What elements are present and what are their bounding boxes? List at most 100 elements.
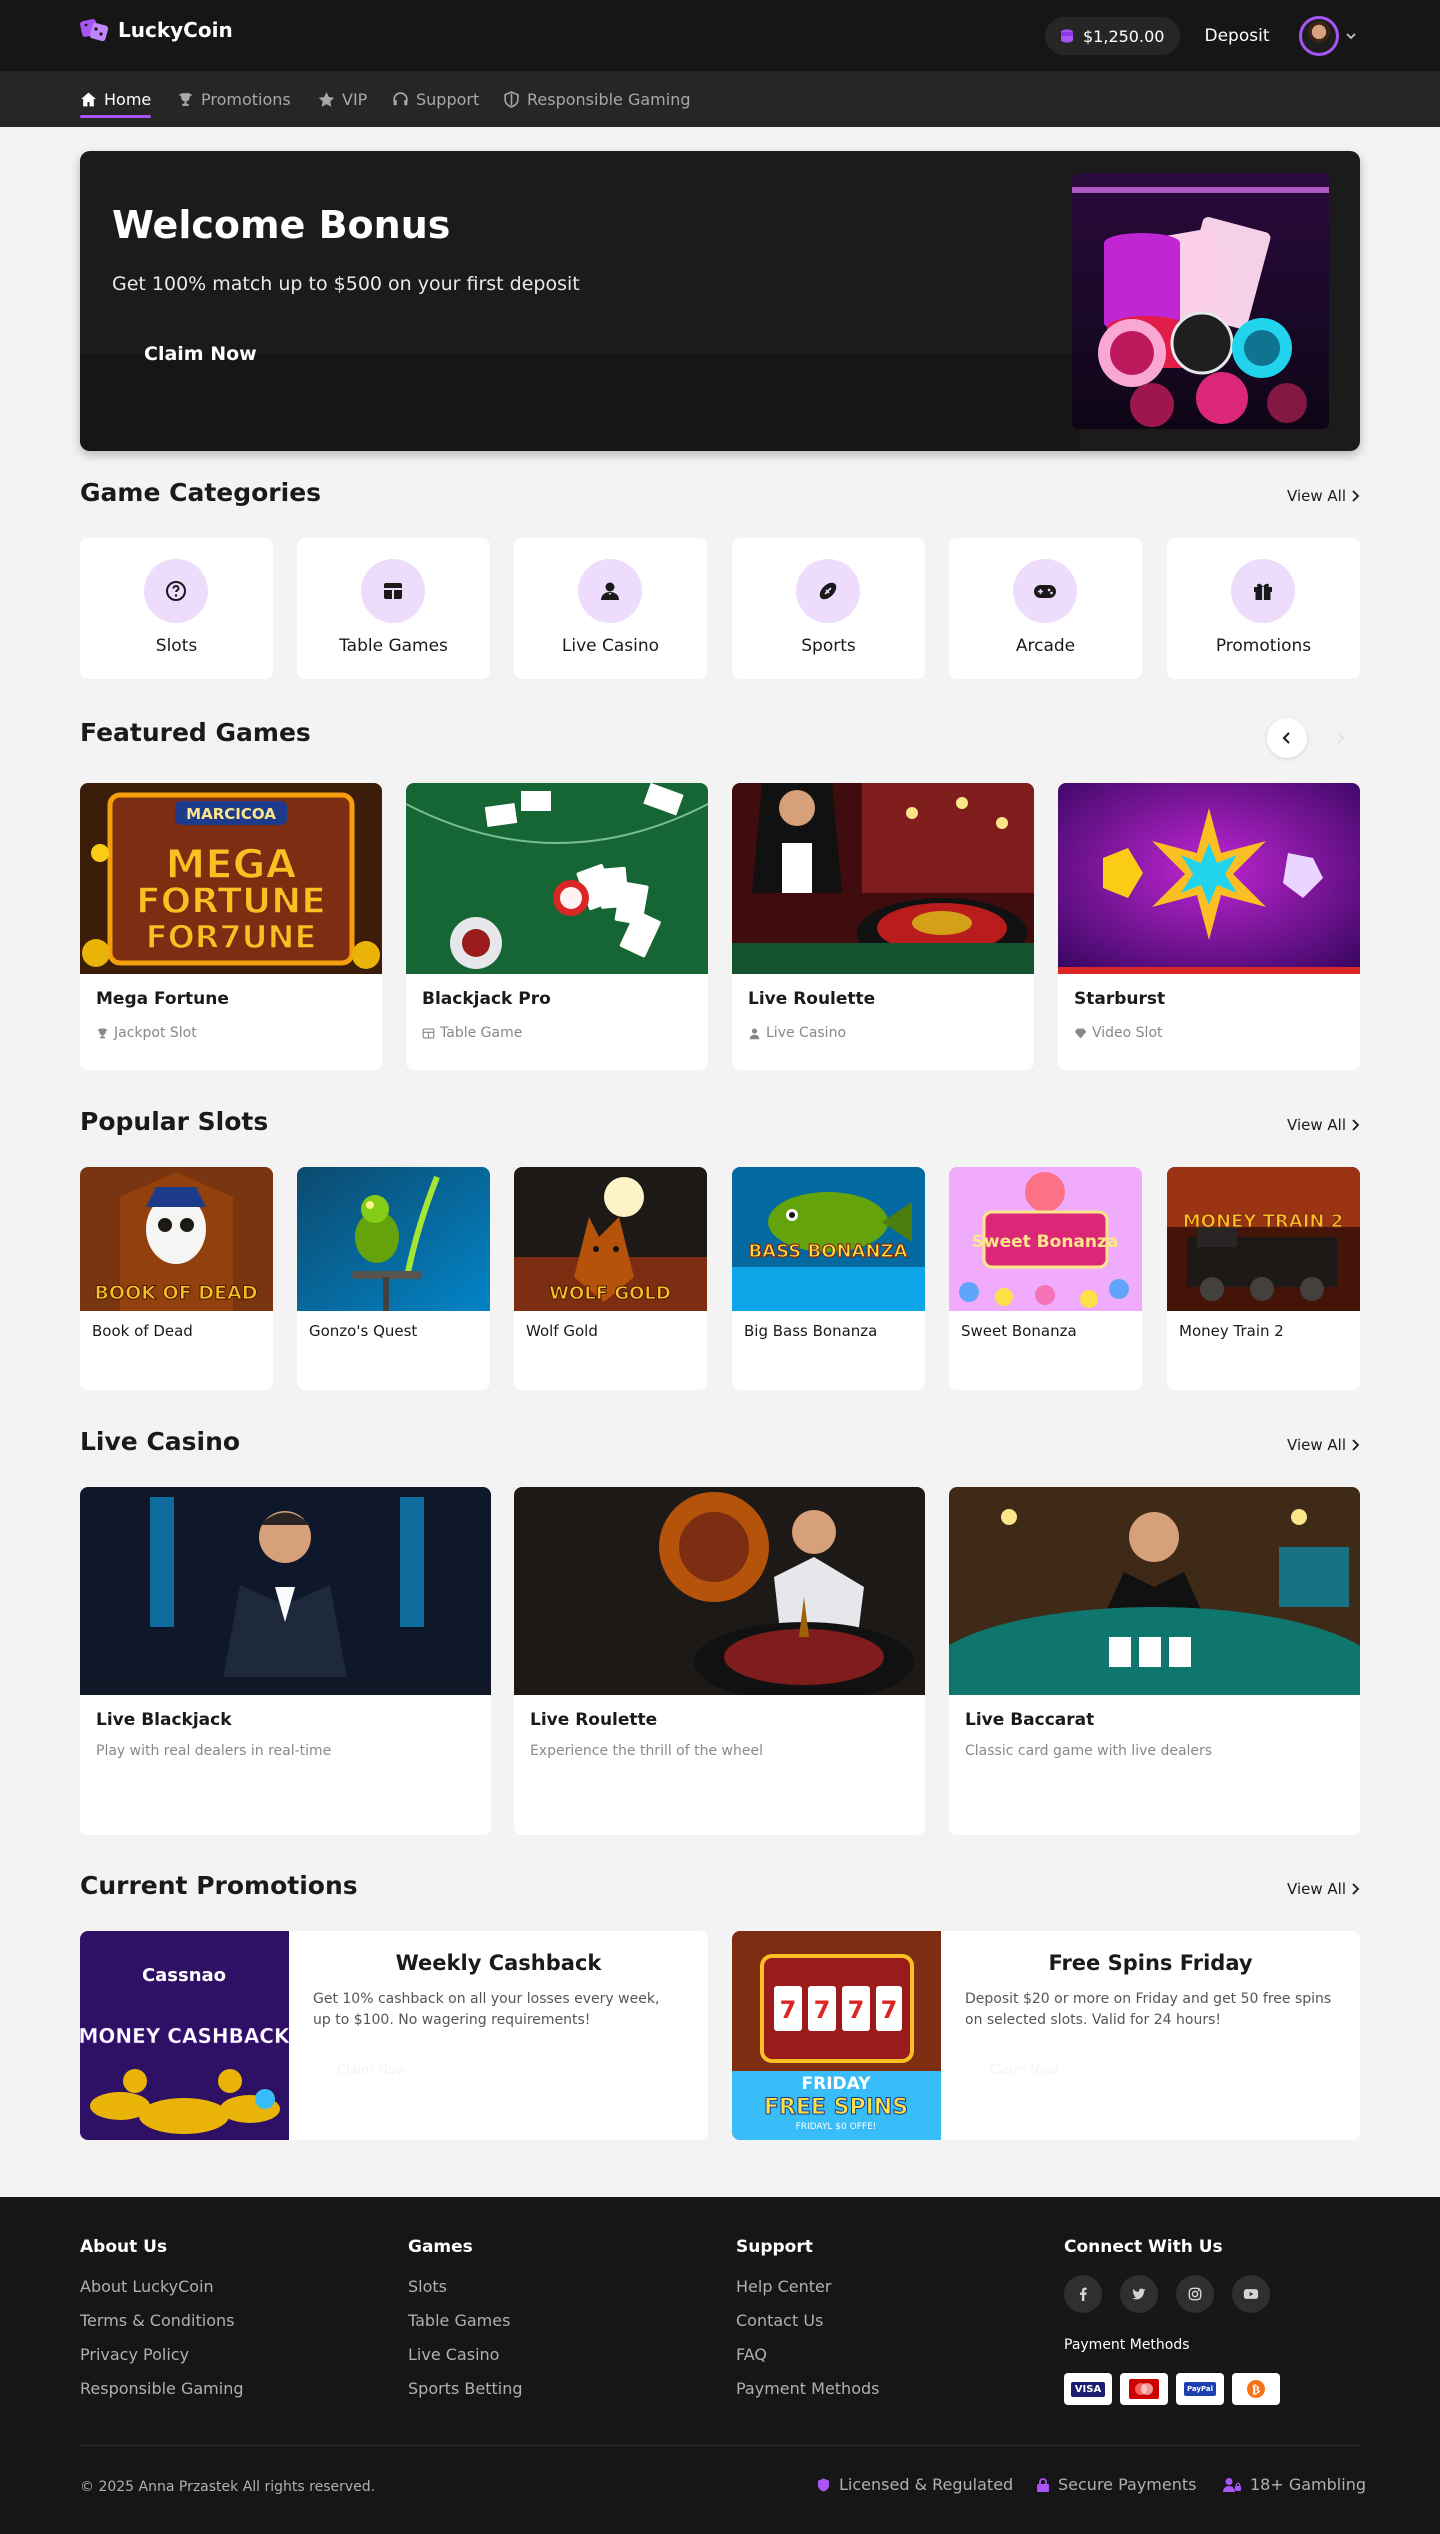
game-meta: Table Game bbox=[422, 1025, 522, 1041]
slot-title: Money Train 2 bbox=[1179, 1322, 1284, 1340]
nav-support[interactable]: Support bbox=[392, 84, 479, 114]
footer-heading: About Us bbox=[80, 2237, 168, 2257]
game-title: Live Roulette bbox=[748, 989, 876, 1009]
instagram-icon[interactable] bbox=[1176, 2275, 1214, 2313]
slot-card-money-train-2[interactable]: MONEY TRAIN 2 Money Train 2 bbox=[1167, 1167, 1360, 1390]
game-title: Starburst bbox=[1074, 989, 1166, 1009]
nav-responsible-gaming[interactable]: Responsible Gaming bbox=[503, 84, 691, 114]
slot-card-wolf-gold[interactable]: WOLF GOLD Wolf Gold bbox=[514, 1167, 707, 1390]
slot-card-big-bass-bonanza[interactable]: BASS BONANZA Big Bass Bonanza bbox=[732, 1167, 925, 1390]
slot-card-sweet-bonanza[interactable]: Sweet Bonanza Sweet Bonanza bbox=[949, 1167, 1142, 1390]
footer-link-faq[interactable]: FAQ bbox=[736, 2345, 879, 2365]
nav-label: Home bbox=[104, 89, 152, 109]
chevron-right-icon bbox=[1337, 732, 1345, 744]
deposit-button[interactable]: Deposit bbox=[1192, 17, 1282, 55]
view-all-promotions[interactable]: View All bbox=[1287, 1880, 1360, 1898]
claim-now-button[interactable]: Claim Now bbox=[112, 331, 289, 377]
promo-description: Get 10% cashback on all your losses ever… bbox=[313, 1991, 660, 2028]
banner-subtitle: Get 100% match up to $500 on your first … bbox=[112, 273, 580, 295]
book-of-dead-image: BOOK OF DEAD bbox=[80, 1167, 273, 1311]
promo-card-free-spins-friday[interactable]: 7777 FRIDAY FREE SPINS FRIDAYL $0 OFFE! … bbox=[732, 1931, 1360, 2140]
live-game-description: Classic card game with live dealers bbox=[965, 1743, 1213, 1759]
youtube-icon[interactable] bbox=[1232, 2275, 1270, 2313]
category-label: Arcade bbox=[1015, 636, 1076, 656]
slot-card-gonzos-quest[interactable]: Gonzo's Quest bbox=[297, 1167, 490, 1390]
game-card-live-roulette[interactable]: Live Roulette Live Casino bbox=[732, 783, 1034, 1070]
view-all-live-casino[interactable]: View All bbox=[1287, 1436, 1360, 1454]
promo-title: Weekly Cashback bbox=[395, 1951, 602, 1975]
view-all-label: View All bbox=[1287, 1880, 1346, 1898]
age-restriction-badge: 18+ Gambling bbox=[1222, 2475, 1366, 2494]
game-title: Blackjack Pro bbox=[422, 989, 551, 1009]
footer-link-privacy[interactable]: Privacy Policy bbox=[80, 2345, 244, 2365]
avatar[interactable] bbox=[1299, 16, 1339, 56]
footer-link-live-casino[interactable]: Live Casino bbox=[408, 2345, 522, 2365]
carousel-next-button[interactable] bbox=[1320, 718, 1360, 758]
live-game-title: Live Blackjack bbox=[96, 1710, 232, 1730]
footer-link-table-games[interactable]: Table Games bbox=[408, 2311, 522, 2331]
live-card-baccarat[interactable]: Live Baccarat Classic card game with liv… bbox=[949, 1487, 1360, 1835]
live-card-blackjack[interactable]: Live Blackjack Play with real dealers in… bbox=[80, 1487, 491, 1835]
view-all-categories[interactable]: View All bbox=[1287, 487, 1360, 505]
footer-link-terms[interactable]: Terms & Conditions bbox=[80, 2311, 244, 2331]
nav-vip[interactable]: VIP bbox=[318, 84, 367, 114]
live-baccarat-image bbox=[949, 1487, 1360, 1747]
view-all-popular-slots[interactable]: View All bbox=[1287, 1116, 1360, 1134]
game-meta: Live Casino bbox=[748, 1025, 846, 1041]
paypal-label: PayPal bbox=[1183, 2382, 1217, 2396]
slot-card-book-of-dead[interactable]: BOOK OF DEAD Book of Dead bbox=[80, 1167, 273, 1390]
footer-link-sports-betting[interactable]: Sports Betting bbox=[408, 2379, 522, 2399]
dealer-icon bbox=[578, 559, 642, 623]
carousel-prev-button[interactable] bbox=[1267, 718, 1307, 758]
footer: About Us About LuckyCoin Terms & Conditi… bbox=[0, 2197, 1440, 2534]
footer-link-payment-methods[interactable]: Payment Methods bbox=[736, 2379, 879, 2399]
game-meta: Jackpot Slot bbox=[96, 1025, 197, 1041]
promo-card-weekly-cashback[interactable]: Cassnao MONEY CASHBACK Weekly Cashback G… bbox=[80, 1931, 708, 2140]
nav-label: Support bbox=[416, 89, 480, 109]
category-sports[interactable]: Sports bbox=[732, 538, 925, 679]
footer-link-help-center[interactable]: Help Center bbox=[736, 2277, 879, 2297]
user-menu[interactable] bbox=[1299, 16, 1357, 56]
nav-promotions[interactable]: Promotions bbox=[177, 84, 291, 114]
footer-link-slots[interactable]: Slots bbox=[408, 2277, 522, 2297]
section-title-categories: Game Categories bbox=[80, 478, 322, 507]
category-slots[interactable]: Slots bbox=[80, 538, 273, 679]
footer-link-about[interactable]: About LuckyCoin bbox=[80, 2277, 244, 2297]
free-spins-image: 7777 FRIDAY FREE SPINS FRIDAYL $0 OFFE! bbox=[732, 1931, 941, 2140]
category-table-games[interactable]: Table Games bbox=[297, 538, 490, 679]
nav-home[interactable]: Home bbox=[80, 84, 152, 118]
svg-text:7: 7 bbox=[814, 1996, 831, 2024]
money-train-logo: MONEY TRAIN 2 bbox=[1183, 1211, 1344, 1232]
big-bass-bonanza-image: BASS BONANZA bbox=[732, 1167, 925, 1311]
live-card-roulette[interactable]: Live Roulette Experience the thrill of t… bbox=[514, 1487, 925, 1835]
twitter-icon[interactable] bbox=[1120, 2275, 1158, 2313]
game-type: Video Slot bbox=[1092, 1025, 1163, 1041]
trophy-icon bbox=[97, 1028, 108, 1038]
slot-title: Book of Dead bbox=[92, 1322, 193, 1340]
live-roulette-dealer-image bbox=[514, 1487, 925, 1702]
footer-link-contact[interactable]: Contact Us bbox=[736, 2311, 879, 2331]
category-arcade[interactable]: Arcade bbox=[949, 538, 1142, 679]
logo[interactable]: LuckyCoin bbox=[80, 17, 233, 43]
live-blackjack-image bbox=[80, 1487, 491, 1695]
wallet-balance[interactable]: $1,250.00 bbox=[1045, 17, 1181, 55]
cashback-image: Cassnao MONEY CASHBACK bbox=[80, 1931, 289, 2140]
category-live-casino[interactable]: Live Casino bbox=[514, 538, 707, 679]
promo-claim-button[interactable]: Claim Now bbox=[965, 2053, 1095, 2087]
game-card-mega-fortune[interactable]: MARCICOA MEGA FORTUNE FOR7UNE Mega Fortu… bbox=[80, 783, 382, 1070]
footer-link-responsible-gaming[interactable]: Responsible Gaming bbox=[80, 2379, 244, 2399]
game-card-starburst[interactable]: Starburst Video Slot bbox=[1058, 783, 1360, 1070]
footer-support: Support Help Center Contact Us FAQ Payme… bbox=[736, 2237, 879, 2413]
free-spins-image-tagline: FRIDAYL $0 OFFE! bbox=[796, 2122, 877, 2132]
section-title-promotions: Current Promotions bbox=[80, 1871, 358, 1900]
mastercard-icon bbox=[1120, 2373, 1168, 2405]
category-promotions[interactable]: Promotions bbox=[1167, 538, 1360, 679]
category-label: Promotions bbox=[1215, 636, 1312, 656]
mega-fortune-marquee: MARCICOA bbox=[186, 805, 276, 823]
wolf-gold-image: WOLF GOLD bbox=[514, 1167, 707, 1311]
facebook-icon[interactable] bbox=[1064, 2275, 1102, 2313]
promo-claim-button[interactable]: Claim Now bbox=[313, 2053, 443, 2087]
section-title-live-casino: Live Casino bbox=[80, 1427, 241, 1456]
game-card-blackjack-pro[interactable]: Blackjack Pro Table Game bbox=[406, 783, 708, 1070]
slot-title: Sweet Bonanza bbox=[961, 1322, 1077, 1340]
